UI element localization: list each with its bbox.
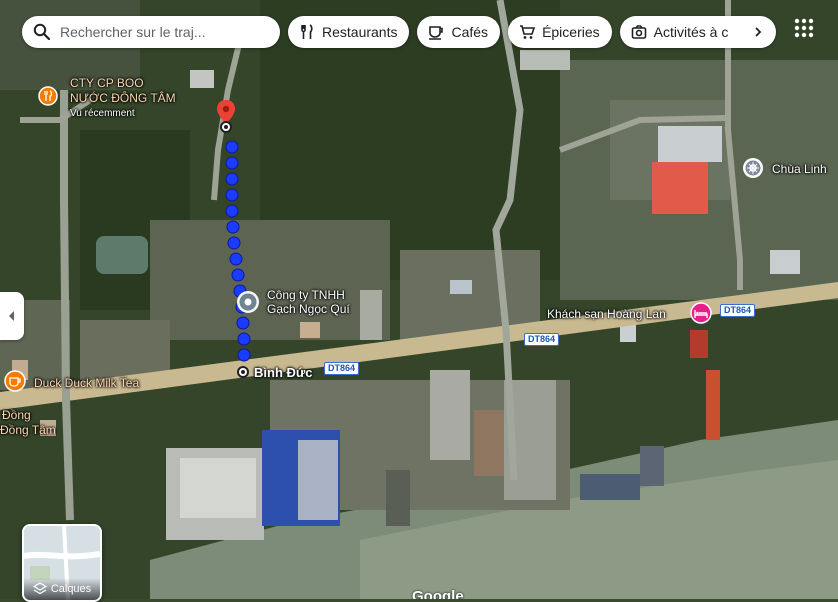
search-box[interactable] [22, 16, 280, 48]
fork-knife-icon [298, 23, 316, 41]
route-dot [229, 252, 243, 266]
place-label-cty-line1[interactable]: CTY CP BOO [70, 77, 144, 90]
route-dot [236, 316, 250, 330]
apps-grid-icon[interactable] [792, 16, 816, 40]
place-label-dong-line2[interactable]: Đồng Tâm [0, 424, 56, 437]
shopping-cart-icon [518, 23, 536, 41]
business-pin-icon [237, 291, 259, 313]
place-label-chua-linh[interactable]: Chùa Linh [772, 163, 827, 176]
place-label-binh-duc[interactable]: Bình Đức [254, 366, 313, 379]
layers-button[interactable]: Calques [22, 524, 102, 602]
chip-label: Cafés [451, 24, 489, 40]
satellite-map[interactable]: DT864 DT864 DT864 CTY CP BOO NƯỚC ĐÔNG T… [0, 0, 838, 599]
road-shield-dt864: DT864 [524, 333, 560, 346]
route-dot [225, 172, 239, 186]
camera-icon [630, 23, 648, 41]
top-bar: Restaurants Cafés Épiceries Activités à … [22, 16, 776, 48]
chip-activities[interactable]: Activités à c [619, 16, 776, 48]
temple-icon [743, 158, 763, 178]
route-dot [237, 348, 251, 362]
layers-label: Calques [50, 583, 92, 595]
google-watermark: Google [412, 588, 464, 599]
cafe-cup-icon [4, 370, 26, 392]
place-label-tnhh-line2[interactable]: Gạch Ngọc Quí [267, 303, 350, 316]
chip-cafes[interactable]: Cafés [417, 16, 501, 48]
search-input[interactable] [58, 23, 272, 41]
road-shield-dt864: DT864 [720, 304, 756, 317]
chevron-left-icon [9, 311, 14, 321]
collapse-panel-button[interactable] [0, 292, 24, 340]
recently-viewed-label: Vu récemment [70, 108, 135, 119]
place-label-hotel[interactable]: Khách sạn Hoàng Lan [547, 308, 666, 321]
search-icon [32, 22, 52, 42]
route-dot [225, 188, 239, 202]
layers-icon [32, 582, 47, 595]
place-label-tnhh-line1[interactable]: Công ty TNHH [267, 289, 345, 302]
chip-restaurants[interactable]: Restaurants [288, 16, 410, 48]
route-dot [227, 236, 241, 250]
place-label-milk-tea[interactable]: Duck Duck Milk Tea [34, 377, 139, 390]
chip-label: Restaurants [322, 24, 398, 40]
place-label-cty-line2[interactable]: NƯỚC ĐÔNG TÂM [70, 92, 176, 105]
road-shield-dt864: DT864 [324, 362, 360, 375]
route-dot [231, 268, 245, 282]
chip-label: Épiceries [542, 24, 600, 40]
route-dot [226, 220, 240, 234]
route-dot [225, 140, 239, 154]
route-dot [237, 332, 251, 346]
hotel-bed-icon [690, 302, 712, 324]
restaurant-pin-icon [38, 86, 58, 106]
chip-groceries[interactable]: Épiceries [508, 16, 612, 48]
chevron-right-icon[interactable] [745, 20, 770, 44]
coffee-cup-icon [427, 23, 445, 41]
place-label-dong-line1[interactable]: Đồng [2, 409, 31, 422]
chip-label: Activités à c [653, 24, 729, 40]
route-dot [225, 156, 239, 170]
route-dot [225, 204, 239, 218]
